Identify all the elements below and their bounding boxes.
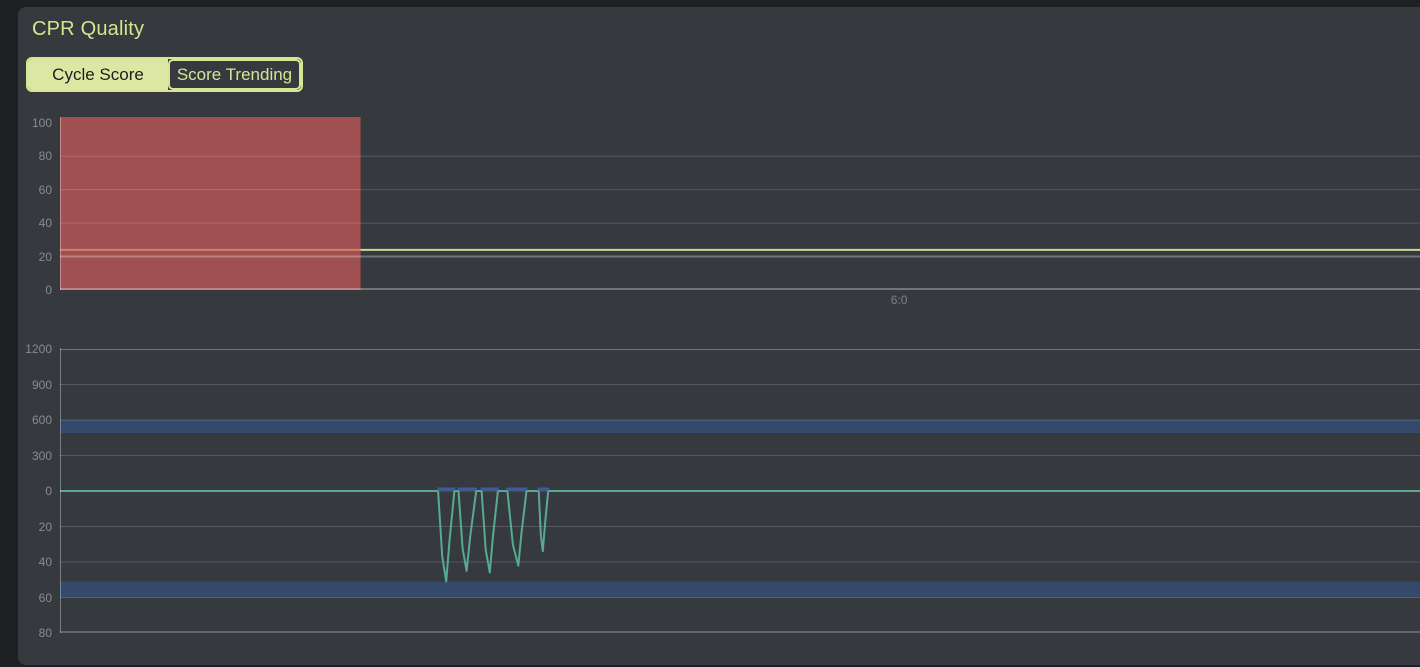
- panel-title: CPR Quality: [32, 18, 144, 41]
- y-tick-label: 40: [20, 554, 52, 570]
- cycle-score-chart: [60, 117, 1420, 290]
- page-background: CPR Quality Cycle Score Score Trending 1…: [0, 0, 1420, 667]
- y-tick-label: 80: [20, 625, 52, 641]
- cpr-quality-panel: CPR Quality Cycle Score Score Trending 1…: [18, 7, 1420, 665]
- tab-cycle-score[interactable]: Cycle Score: [28, 59, 168, 90]
- view-tabs: Cycle Score Score Trending: [26, 57, 303, 92]
- x-tick-label: 6:0: [877, 293, 921, 307]
- y-tick-label: 100: [20, 115, 52, 131]
- target-band: [60, 420, 1420, 433]
- y-tick-label: 20: [20, 519, 52, 535]
- y-tick-label: 60: [20, 182, 52, 198]
- y-tick-label: 40: [20, 215, 52, 231]
- y-tick-label: 600: [20, 412, 52, 428]
- y-tick-label: 80: [20, 148, 52, 164]
- y-tick-label: 0: [20, 483, 52, 499]
- compression-waveform: [60, 491, 1420, 582]
- target-band: [60, 582, 1420, 598]
- y-tick-label: 60: [20, 590, 52, 606]
- compression-depth-chart: [60, 348, 1420, 633]
- tab-score-trending[interactable]: Score Trending: [168, 59, 301, 90]
- y-tick-label: 1200: [20, 341, 52, 357]
- y-tick-label: 20: [20, 249, 52, 265]
- y-tick-label: 900: [20, 377, 52, 393]
- y-tick-label: 0: [20, 282, 52, 298]
- cycle-score-plot: [60, 117, 1420, 290]
- alert-region: [60, 117, 361, 290]
- compression-depth-plot: [60, 348, 1420, 633]
- y-tick-label: 300: [20, 448, 52, 464]
